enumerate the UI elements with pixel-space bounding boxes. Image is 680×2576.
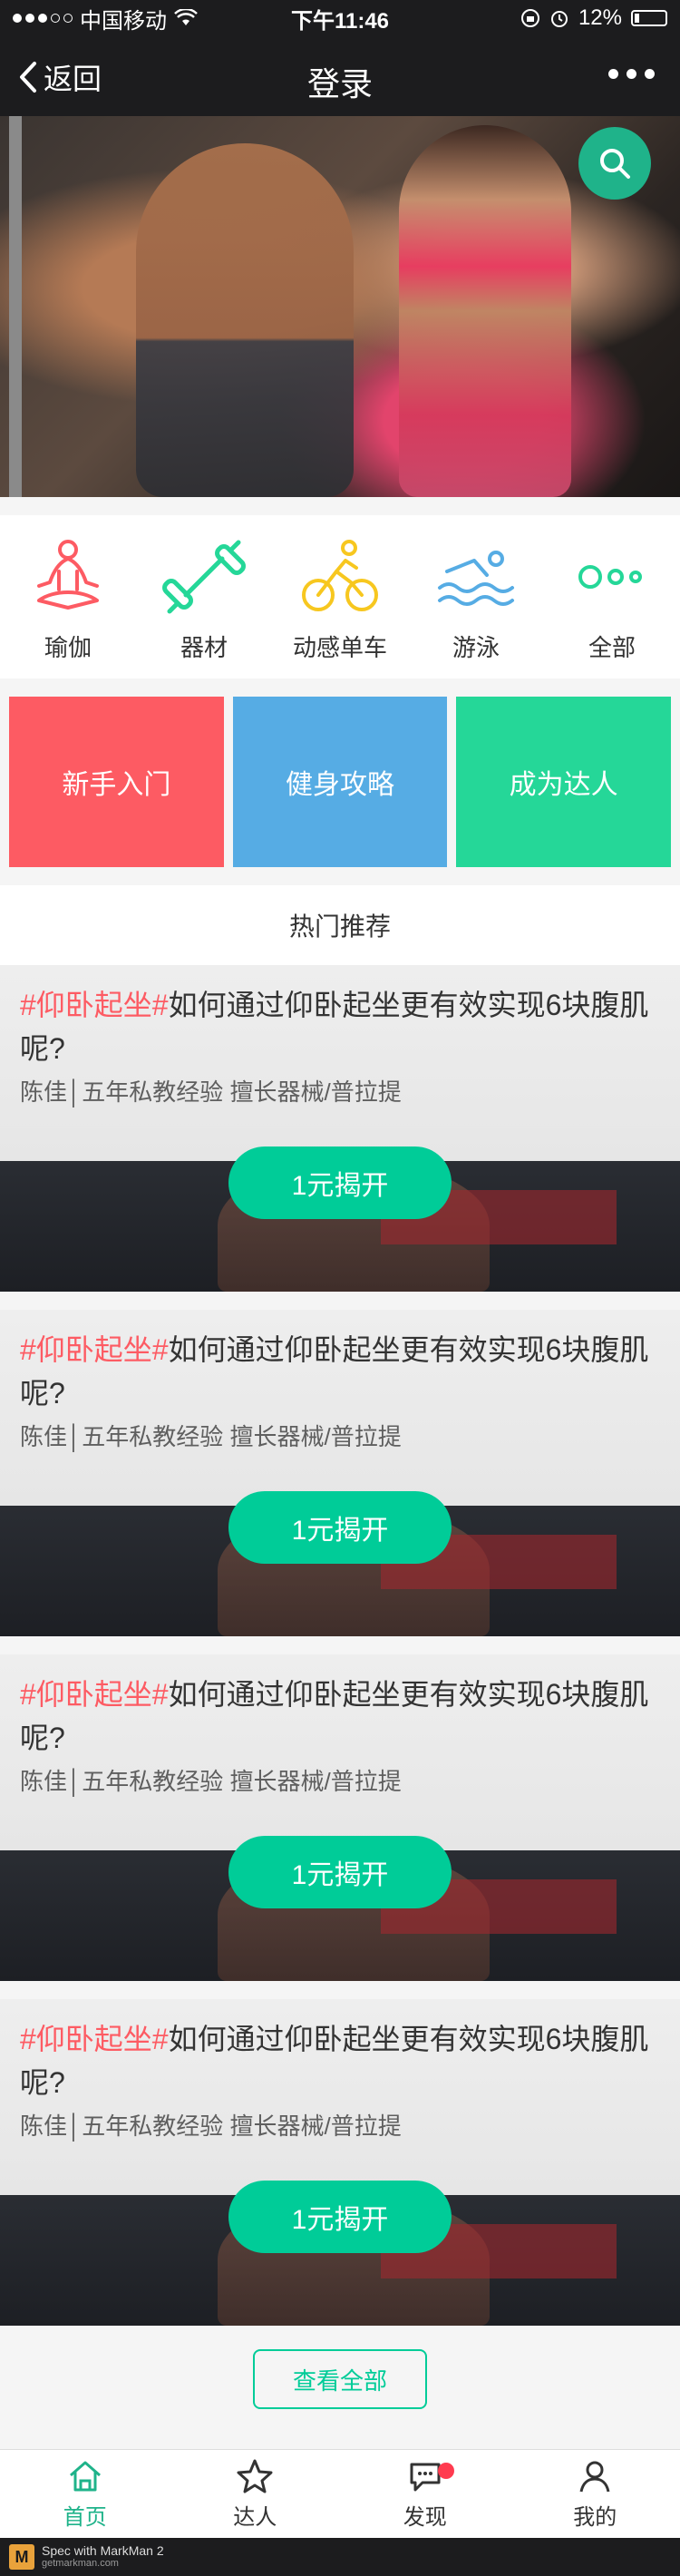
view-all-button[interactable]: 查看全部 bbox=[253, 2349, 427, 2409]
article-meta: 陈佳│五年私教经验 擅长器械/普拉提 bbox=[20, 1423, 402, 1450]
article-tag[interactable]: #仰卧起坐# bbox=[20, 1333, 169, 1366]
chat-bubble-icon bbox=[410, 2463, 441, 2492]
unlock-button[interactable]: 1元揭开 bbox=[228, 2181, 452, 2253]
article-card[interactable]: #仰卧起坐#如何通过仰卧起坐更有效实现6块腹肌呢? 陈佳│五年私教经验 擅长器械… bbox=[0, 1999, 680, 2326]
cycling-icon bbox=[302, 540, 378, 611]
category-grid: 瑜伽 器材 动感单车 游泳 全部 bbox=[0, 515, 680, 678]
home-icon bbox=[69, 2461, 101, 2492]
signal-icon bbox=[13, 14, 73, 23]
tab-experts[interactable]: 达人 bbox=[170, 2450, 341, 2538]
category-equipment[interactable]: 器材 bbox=[136, 515, 272, 678]
more-dots-icon[interactable] bbox=[608, 69, 655, 79]
wifi-icon bbox=[174, 9, 198, 25]
hero-banner[interactable] bbox=[0, 116, 680, 497]
article-title: #仰卧起坐#如何通过仰卧起坐更有效实现6块腹肌呢? bbox=[20, 1328, 653, 1415]
article-tag[interactable]: #仰卧起坐# bbox=[20, 989, 169, 1021]
unlock-button[interactable]: 1元揭开 bbox=[228, 1491, 452, 1564]
article-title: #仰卧起坐#如何通过仰卧起坐更有效实现6块腹肌呢? bbox=[20, 2017, 653, 2104]
article-meta: 陈佳│五年私教经验 擅长器械/普拉提 bbox=[20, 1768, 402, 1795]
article-meta: 陈佳│五年私教经验 擅长器械/普拉提 bbox=[20, 2113, 402, 2140]
notification-dot bbox=[438, 2463, 454, 2479]
article-card[interactable]: #仰卧起坐#如何通过仰卧起坐更有效实现6块腹肌呢? 陈佳│五年私教经验 擅长器械… bbox=[0, 1310, 680, 1636]
tab-discover[interactable]: 发现 bbox=[340, 2450, 510, 2538]
rotation-lock-icon bbox=[520, 9, 539, 27]
nav-bar: 返回 登录 bbox=[0, 36, 680, 116]
yoga-icon bbox=[37, 540, 99, 610]
tab-label: 发现 bbox=[403, 2505, 447, 2530]
tab-mine[interactable]: 我的 bbox=[510, 2450, 680, 2538]
category-yoga[interactable]: 瑜伽 bbox=[0, 515, 136, 678]
article-tag[interactable]: #仰卧起坐# bbox=[20, 2023, 169, 2055]
category-label: 瑜伽 bbox=[44, 634, 92, 661]
status-bar: 中国移动 下午11:46 12% bbox=[0, 0, 680, 36]
carrier-label: 中国移动 bbox=[80, 8, 167, 34]
unlock-button[interactable]: 1元揭开 bbox=[228, 1147, 452, 1219]
markman-footer: M Spec with MarkMan 2 getmarkman.com bbox=[0, 2538, 680, 2576]
search-icon bbox=[600, 149, 630, 179]
category-label: 游泳 bbox=[452, 634, 500, 661]
unlock-button[interactable]: 1元揭开 bbox=[228, 1836, 452, 1908]
battery-percent: 12% bbox=[578, 5, 622, 30]
tile-fitness-guide[interactable]: 健身攻略 bbox=[232, 697, 448, 867]
article-meta: 陈佳│五年私教经验 擅长器械/普拉提 bbox=[20, 1078, 402, 1106]
tab-label: 首页 bbox=[63, 2505, 107, 2530]
category-label: 全部 bbox=[588, 634, 636, 661]
all-dots-icon bbox=[578, 565, 642, 589]
category-label: 器材 bbox=[180, 634, 228, 661]
article-card[interactable]: #仰卧起坐#如何通过仰卧起坐更有效实现6块腹肌呢? 陈佳│五年私教经验 擅长器械… bbox=[0, 965, 680, 1292]
article-card[interactable]: #仰卧起坐#如何通过仰卧起坐更有效实现6块腹肌呢? 陈佳│五年私教经验 擅长器械… bbox=[0, 1654, 680, 1981]
category-swimming[interactable]: 游泳 bbox=[408, 515, 544, 678]
search-button[interactable] bbox=[578, 127, 651, 200]
markman-logo: M bbox=[9, 2544, 34, 2570]
tile-become-expert[interactable]: 成为达人 bbox=[456, 697, 672, 867]
feature-tiles: 新手入门 健身攻略 成为达人 bbox=[9, 697, 672, 867]
star-icon bbox=[237, 2459, 273, 2493]
category-label: 动感单车 bbox=[292, 634, 387, 661]
tab-bar: 首页 达人 发现 我的 bbox=[0, 2449, 680, 2538]
swimming-icon bbox=[438, 551, 514, 606]
footer-title: Spec with MarkMan 2 bbox=[42, 2543, 164, 2558]
user-icon bbox=[579, 2461, 610, 2493]
article-title: #仰卧起坐#如何通过仰卧起坐更有效实现6块腹肌呢? bbox=[20, 983, 653, 1070]
battery-icon bbox=[631, 10, 667, 26]
page-title: 登录 bbox=[306, 65, 373, 102]
hero-woman bbox=[399, 125, 571, 497]
category-all[interactable]: 全部 bbox=[544, 515, 680, 678]
article-tag[interactable]: #仰卧起坐# bbox=[20, 1678, 169, 1711]
tab-home[interactable]: 首页 bbox=[0, 2450, 170, 2538]
tile-beginner[interactable]: 新手入门 bbox=[9, 697, 224, 867]
footer-subtitle: getmarkman.com bbox=[42, 2558, 119, 2569]
hero-man bbox=[136, 143, 354, 497]
category-cycling[interactable]: 动感单车 bbox=[272, 515, 408, 678]
gym-bar bbox=[9, 116, 22, 497]
dumbbell-icon bbox=[162, 540, 246, 614]
tab-label: 达人 bbox=[233, 2505, 277, 2530]
article-title: #仰卧起坐#如何通过仰卧起坐更有效实现6块腹肌呢? bbox=[20, 1673, 653, 1760]
tab-label: 我的 bbox=[573, 2505, 617, 2530]
section-header-hot: 热门推荐 bbox=[0, 885, 680, 965]
alarm-icon bbox=[550, 11, 568, 27]
